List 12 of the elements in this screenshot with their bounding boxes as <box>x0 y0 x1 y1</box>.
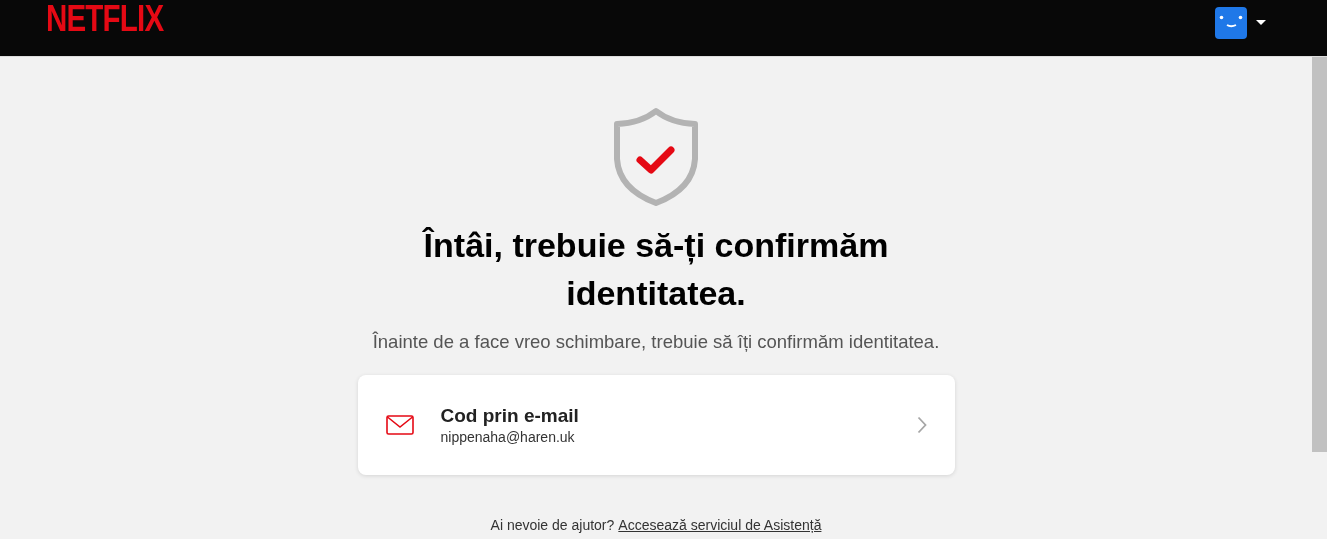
caret-icon[interactable] <box>1256 20 1266 26</box>
chevron-right-icon <box>916 416 927 434</box>
envelope-icon <box>385 415 414 435</box>
page-title: Întâi, trebuie să-ți confirmăm identitatea. <box>421 225 890 314</box>
support-link[interactable]: Accesează serviciul de Asistență <box>618 517 822 533</box>
help-text: Ai nevoie de ajutor? <box>490 517 615 533</box>
scrollbar[interactable] <box>1312 57 1327 452</box>
shield-check-icon <box>613 107 699 207</box>
logo[interactable]: NETFLIX <box>46 1 164 37</box>
avatar-icon[interactable] <box>1215 7 1247 39</box>
verification-option[interactable]: Cod prin e-mail nippenaha@haren.uk <box>357 375 955 475</box>
subtitle: Înainte de a face vreo schimbare, trebuie să îți confirmăm identitatea. <box>372 331 940 353</box>
